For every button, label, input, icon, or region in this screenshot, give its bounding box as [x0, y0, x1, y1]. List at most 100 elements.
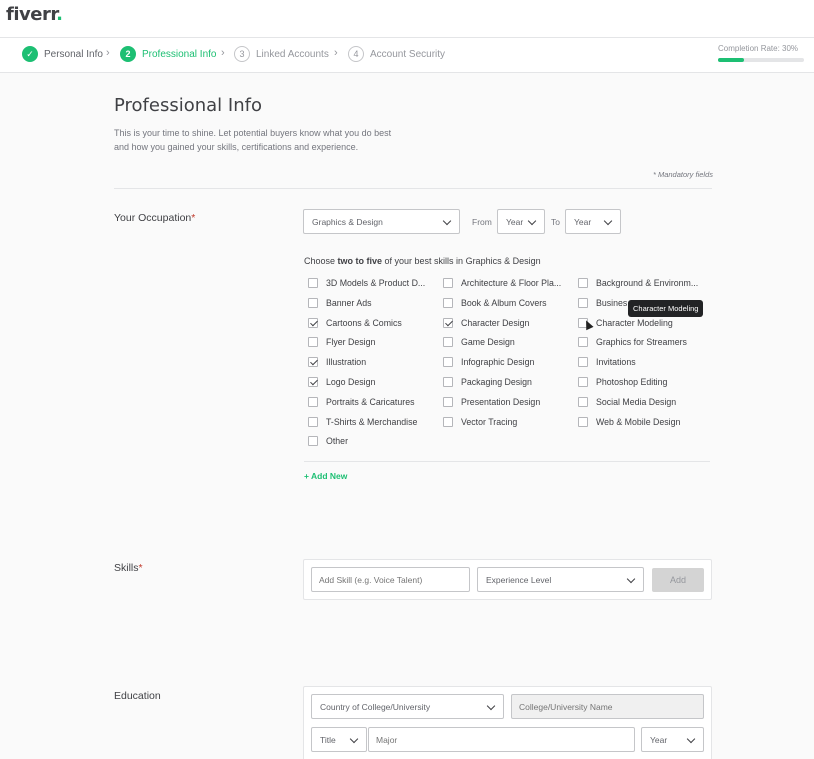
completion-progress-fill [718, 58, 744, 62]
skill-checkbox-item[interactable]: Background & Environm... [578, 278, 698, 288]
checkbox-icon[interactable] [443, 357, 453, 368]
skill-checkbox-label: Illustration [326, 357, 367, 368]
skill-checkbox-item[interactable]: Character Design [443, 317, 529, 328]
skill-checkbox-label: Background & Environm... [596, 278, 699, 288]
checkbox-icon[interactable] [308, 416, 318, 427]
skill-checkbox-item[interactable]: 3D Models & Product D... [308, 278, 425, 288]
skill-checkbox-label: Presentation Design [461, 396, 541, 407]
skill-checkbox-item[interactable]: Infographic Design [443, 357, 534, 368]
add-new-link[interactable]: + Add New [304, 471, 347, 481]
skill-checkbox-label: 3D Models & Product D... [326, 278, 426, 288]
chevron-right-icon: › [334, 47, 338, 59]
skills-label: Skills* [114, 562, 143, 574]
graduation-year-select[interactable]: Year [641, 727, 704, 752]
page-title: Professional Info [114, 95, 262, 116]
chevron-right-icon: › [221, 47, 225, 59]
checkbox-icon[interactable] [443, 297, 453, 308]
checkbox-checked-icon[interactable] [308, 377, 318, 387]
step-account-security[interactable]: 4 Account Security [348, 46, 445, 62]
skill-checkbox-item[interactable]: Social Media Design [578, 396, 677, 407]
skill-checkbox-item[interactable]: Logo Design [308, 377, 375, 387]
from-year-select[interactable]: Year [497, 209, 545, 234]
skill-checkbox-label: Character Modeling [596, 317, 673, 328]
chevron-down-icon [603, 216, 613, 226]
skill-checkbox-item[interactable]: Illustration [308, 357, 367, 368]
logo-text: fiverr [6, 4, 57, 25]
skill-checkbox-label: Portraits & Caricatures [326, 396, 415, 407]
skill-checkbox-label: Packaging Design [461, 377, 532, 387]
skill-checkbox-label: Social Media Design [596, 396, 677, 407]
college-name-input[interactable] [511, 694, 704, 719]
skill-checkbox-label: Logo Design [326, 377, 376, 387]
occupation-category-select[interactable]: Graphics & Design [303, 209, 460, 234]
checkbox-icon[interactable] [443, 377, 453, 387]
top-bar: fiverr. [0, 0, 814, 38]
skill-input[interactable] [311, 567, 470, 592]
checkbox-icon[interactable] [308, 278, 318, 288]
mandatory-note: * Mandatory fields [652, 170, 713, 179]
skill-checkbox-item[interactable]: Graphics for Streamers [578, 337, 687, 348]
skill-checkbox-item[interactable]: Web & Mobile Design [578, 416, 680, 427]
checkbox-icon[interactable] [578, 297, 588, 308]
skill-checkbox-item[interactable]: Flyer Design [308, 337, 375, 348]
chevron-down-icon [686, 734, 696, 744]
required-mark: * [191, 212, 196, 224]
checkbox-icon[interactable] [308, 297, 318, 308]
chevron-right-icon: › [106, 47, 110, 59]
step-number: 3 [234, 46, 250, 62]
checkbox-icon[interactable] [443, 278, 453, 288]
fiverr-logo[interactable]: fiverr. [6, 4, 63, 25]
occupation-category-value: Graphics & Design [312, 216, 383, 227]
checkbox-icon[interactable] [578, 278, 588, 288]
checkbox-icon[interactable] [443, 337, 453, 348]
step-label: Account Security [370, 48, 446, 60]
skill-checkbox-item[interactable]: Book & Album Covers [443, 297, 547, 308]
skill-checkbox-label: Other [326, 436, 349, 447]
to-year-select[interactable]: Year [565, 209, 621, 234]
step-personal-info[interactable]: ✓ Personal Info [22, 46, 103, 62]
checkbox-checked-icon[interactable] [443, 317, 453, 328]
skill-checkbox-item[interactable]: Vector Tracing [443, 416, 517, 427]
skill-checkbox-item[interactable]: Banner Ads [308, 297, 371, 308]
checkbox-icon[interactable] [578, 357, 588, 368]
completion-rate-label: Completion Rate: 30% [718, 44, 799, 53]
checkbox-icon[interactable] [578, 337, 588, 348]
skill-checkbox-item[interactable]: Invitations [578, 357, 636, 368]
skill-checkbox-item[interactable]: Packaging Design [443, 377, 532, 387]
skill-checkbox-item[interactable]: T-Shirts & Merchandise [308, 416, 417, 427]
degree-title-value: Title [320, 734, 336, 745]
skill-checkbox-item[interactable]: Cartoons & Comics [308, 317, 402, 328]
checkbox-icon[interactable] [443, 416, 453, 427]
add-skill-button[interactable]: Add [652, 568, 704, 592]
skill-checkbox-item[interactable]: Other [308, 436, 349, 447]
prompt-text: of your best skills in Graphics & Design [382, 256, 541, 266]
skill-checkbox-item[interactable]: Game Design [443, 337, 515, 348]
degree-title-select[interactable]: Title [311, 727, 367, 752]
skill-checkbox-item[interactable]: Architecture & Floor Pla... [443, 278, 561, 288]
experience-level-select[interactable]: Experience Level [477, 567, 644, 592]
checkbox-icon[interactable] [308, 337, 318, 348]
skill-checkbox-item[interactable]: Portraits & Caricatures [308, 396, 415, 407]
step-professional-info[interactable]: 2 Professional Info [120, 46, 217, 62]
skill-checkbox-item[interactable]: Presentation Design [443, 396, 541, 407]
checkbox-icon[interactable] [308, 436, 318, 447]
skill-checkbox-item[interactable]: Busines [578, 297, 627, 308]
to-year-value: Year [574, 216, 592, 227]
checkbox-icon[interactable] [578, 396, 588, 407]
checkbox-icon[interactable] [443, 396, 453, 407]
page-intro: This is your time to shine. Let potentia… [114, 128, 392, 152]
checkbox-icon[interactable] [308, 396, 318, 407]
prompt-text: Choose [304, 256, 338, 266]
step-label: Professional Info [142, 48, 217, 60]
graduation-year-value: Year [650, 734, 668, 745]
chevron-down-icon [349, 734, 359, 744]
step-linked-accounts[interactable]: 3 Linked Accounts [234, 46, 329, 62]
country-select[interactable]: Country of College/University [311, 694, 504, 719]
checkbox-icon[interactable] [578, 377, 588, 387]
checkbox-checked-icon[interactable] [308, 357, 318, 368]
checkbox-checked-icon[interactable] [308, 317, 318, 328]
major-input[interactable] [368, 727, 635, 752]
checkbox-icon[interactable] [578, 416, 588, 427]
chevron-down-icon [486, 701, 496, 711]
skill-checkbox-item[interactable]: Photoshop Editing [578, 377, 667, 387]
